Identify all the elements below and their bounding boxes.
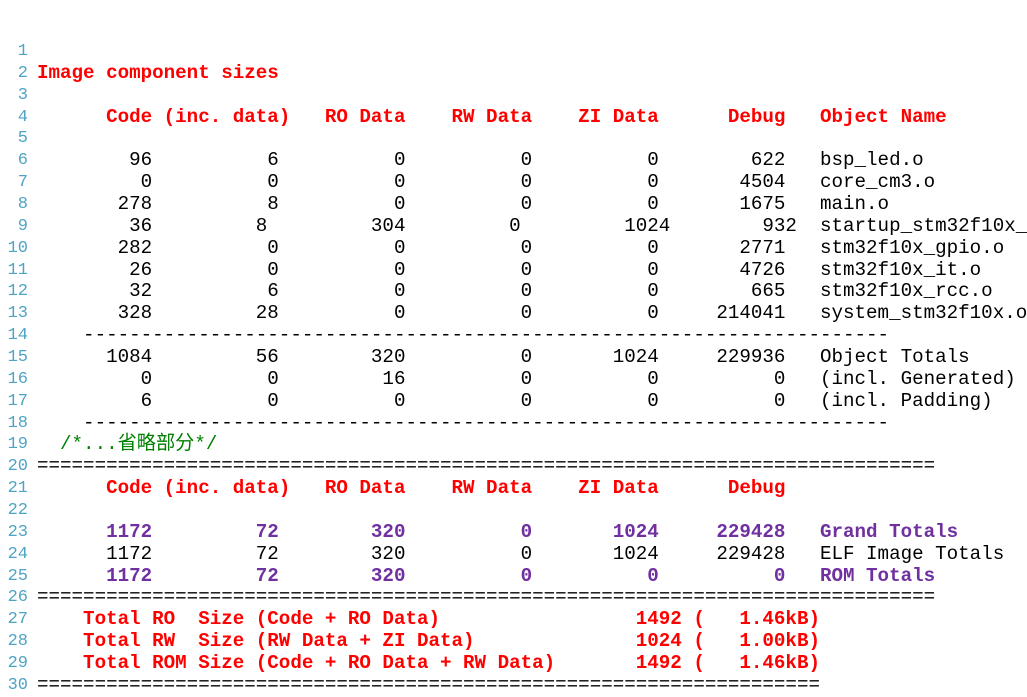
line-text: 1172 72 320 0 1024 229428 ELF Image Tota… [37, 542, 1005, 565]
line-text: 96 6 0 0 0 622 bsp_led.o [37, 149, 924, 172]
line-number: 18 [7, 413, 28, 433]
line-text: Total RO Size (Code + RO Data) 1492 ( 1.… [37, 608, 820, 631]
line-number: 2 [17, 63, 28, 83]
line-number: 1 [17, 42, 28, 61]
line-text: ========================================… [37, 586, 936, 609]
code-line[interactable]: 20 ======================================… [0, 455, 1027, 478]
code-line[interactable]: 4 Code (inc. data) RO Data RW Data ZI Da… [0, 105, 1027, 129]
code-line[interactable]: 21 Code (inc. data) RO Data RW Data ZI D… [0, 477, 1027, 500]
line-number: 11 [7, 260, 28, 280]
code-line[interactable]: 11 26 0 0 0 0 4726 stm32f10x_it.o [0, 258, 1027, 282]
line-number: 17 [7, 391, 28, 411]
line-text: 1084 56 320 0 1024 229936 Object Totals [37, 346, 970, 369]
line-number: 15 [7, 348, 28, 368]
code-line[interactable]: 24 1172 72 320 0 1024 229428 ELF Image T… [0, 542, 1027, 566]
line-text: 0 0 16 0 0 0 (incl. Generated) [37, 367, 1016, 390]
line-number: 10 [7, 238, 28, 258]
line-text: 278 8 0 0 0 1675 main.o [37, 193, 890, 216]
code-line[interactable]: 19 /*...省略部分*/ [0, 434, 1027, 456]
code-line[interactable]: 7 0 0 0 0 0 4504 core_cm3.o [0, 171, 1027, 194]
line-text: 26 0 0 0 0 4726 stm32f10x_it.o [37, 258, 982, 281]
line-text: Image component sizes [37, 61, 279, 84]
code-line[interactable]: 2 Image component sizes [0, 61, 1027, 85]
line-number: 23 [7, 522, 28, 542]
line-text: 0 0 0 0 0 4504 core_cm3.o [37, 171, 936, 194]
line-number: 12 [7, 282, 28, 302]
line-text: 282 0 0 0 0 2771 stm32f10x_gpio.o [37, 236, 1005, 259]
line-text: ========================================… [37, 455, 936, 478]
code-line[interactable]: 25 1172 72 320 0 0 0 ROM Totals [0, 564, 1027, 588]
code-line[interactable]: 1 [0, 41, 1027, 63]
line-number: 24 [7, 544, 28, 564]
line-text: 1172 72 320 0 0 0 ROM Totals [37, 564, 936, 587]
code-line[interactable]: 22 [0, 500, 1027, 522]
code-line[interactable]: 8 278 8 0 0 0 1675 main.o [0, 193, 1027, 216]
line-number: 28 [7, 632, 28, 652]
line-number: 21 [7, 479, 28, 499]
code-line[interactable]: 29 Total ROM Size (Code + RO Data + RW D… [0, 652, 1027, 675]
line-number: 7 [17, 173, 28, 193]
code-line[interactable]: 13 328 28 0 0 0 214041 system_stm32f10x.… [0, 302, 1027, 325]
line-text: Total RW Size (RW Data + ZI Data) 1024 (… [37, 630, 820, 653]
line-text: 328 28 0 0 0 214041 system_stm32f10x.o [37, 302, 1027, 325]
code-line[interactable]: 16 0 0 16 0 0 0 (incl. Generated) [0, 367, 1027, 391]
code-line[interactable]: 15 1084 56 320 0 1024 229936 Object Tota… [0, 346, 1027, 369]
code-line[interactable]: 28 Total RW Size (RW Data + ZI Data) 102… [0, 630, 1027, 653]
line-number: 13 [7, 304, 28, 324]
line-number: 20 [7, 457, 28, 477]
code-line[interactable]: 6 96 6 0 0 0 622 bsp_led.o [0, 149, 1027, 172]
line-number: 9 [17, 216, 28, 236]
line-number: 29 [7, 654, 28, 674]
line-number: 4 [17, 107, 28, 127]
line-number: 30 [7, 675, 28, 695]
code-line[interactable]: 23 1172 72 320 0 1024 229428 Grand Total… [0, 520, 1027, 544]
line-text: Total ROM Size (Code + RO Data + RW Data… [37, 652, 820, 675]
code-line[interactable]: 27 Total RO Size (Code + RO Data) 1492 (… [0, 608, 1027, 631]
line-number: 5 [17, 129, 28, 149]
line-number: 14 [7, 326, 28, 346]
code-line[interactable]: 14 -------------------------------------… [0, 324, 1027, 347]
code-line[interactable]: 5 [0, 128, 1027, 150]
line-text: 36 8 304 0 1024 932 startup_stm32f10x_hd… [37, 214, 1027, 237]
line-number: 22 [7, 501, 28, 521]
code-line[interactable]: 17 6 0 0 0 0 0 (incl. Padding) [0, 389, 1027, 413]
code-line[interactable]: 12 32 6 0 0 0 665 stm32f10x_rcc.o [0, 281, 1027, 303]
line-text: ----------------------------------------… [37, 411, 890, 434]
code-line[interactable]: 10 282 0 0 0 0 2771 stm32f10x_gpio.o [0, 236, 1027, 260]
line-text: Code (inc. data) RO Data RW Data ZI Data… [37, 105, 947, 128]
line-number: 25 [7, 566, 28, 586]
code-line[interactable]: 3 [0, 85, 1027, 107]
code-line[interactable]: 26 ======================================… [0, 587, 1027, 609]
line-number: 19 [7, 435, 28, 455]
line-number: 8 [17, 195, 28, 215]
line-text: 6 0 0 0 0 0 (incl. Padding) [37, 389, 993, 412]
code-line[interactable]: 9 36 8 304 0 1024 932 startup_stm32f10x_… [0, 214, 1027, 238]
line-number: 27 [7, 610, 28, 630]
line-number: 16 [7, 369, 28, 389]
line-number: 6 [17, 151, 28, 171]
line-text: Code (inc. data) RO Data RW Data ZI Data… [37, 477, 786, 500]
line-number: 26 [7, 588, 28, 608]
code-line[interactable]: 18 -------------------------------------… [0, 411, 1027, 435]
code-line[interactable]: 30 ======================================… [0, 673, 1027, 697]
line-text: ========================================… [37, 673, 820, 696]
line-text: 32 6 0 0 0 665 stm32f10x_rcc.o [37, 280, 993, 303]
line-text: ----------------------------------------… [37, 324, 890, 347]
line-number: 3 [17, 85, 28, 105]
line-text: /*...省略部分*/ [37, 433, 218, 456]
line-text: 1172 72 320 0 1024 229428 Grand Totals [37, 520, 959, 543]
map-file-editor[interactable]: 1 2 Image component sizes 3 4 Code (inc. dat… [0, 41, 1027, 697]
